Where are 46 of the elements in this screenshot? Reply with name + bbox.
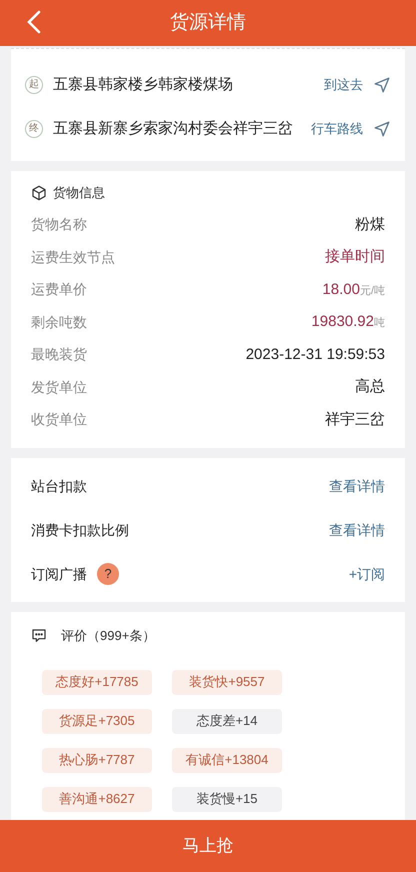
- section-title: 货物信息: [53, 184, 105, 202]
- field-value: 接单时间: [325, 247, 385, 267]
- option-label: 订阅广播: [31, 564, 87, 584]
- review-tag: 有诚信+13804: [172, 748, 282, 772]
- field-label: 收货单位: [31, 410, 87, 430]
- option-label: 站台扣款: [31, 476, 87, 496]
- route-address: 五寨县韩家楼乡韩家楼煤场: [53, 75, 234, 95]
- review-tag: 态度差+14: [172, 708, 282, 734]
- navigate-link[interactable]: 行车路线: [311, 119, 363, 139]
- help-badge[interactable]: ?: [97, 563, 119, 585]
- field-label: 运费单价: [31, 280, 87, 300]
- send-icon: [373, 76, 391, 94]
- navigate-link[interactable]: 到这去: [324, 75, 363, 95]
- back-icon: [26, 10, 42, 34]
- field-label: 货物名称: [31, 215, 87, 234]
- unit-label: 吨: [374, 316, 385, 331]
- field-value: 2023-12-31 19:59:53: [246, 344, 385, 364]
- review-tag: 装货快+9557: [172, 670, 282, 694]
- box-icon: [31, 184, 47, 201]
- comment-icon: [31, 628, 47, 644]
- route-address: 五寨县新寨乡索家沟村委会祥宇三岔: [53, 119, 294, 139]
- option-link[interactable]: +订阅: [348, 564, 385, 584]
- field-label: 运费生效节点: [31, 248, 115, 267]
- review-tag: 态度好+17785: [42, 670, 152, 694]
- field-value: 高总: [355, 377, 385, 397]
- option-link[interactable]: 查看详情: [329, 476, 385, 496]
- send-icon: [373, 120, 391, 138]
- section-title: 评价（999+条）: [61, 627, 156, 645]
- option-link[interactable]: 查看详情: [329, 520, 385, 540]
- field-value: 祥宇三岔: [325, 410, 385, 430]
- route-marker: 起: [25, 76, 43, 94]
- unit-label: 元/吨: [360, 284, 385, 298]
- review-tag: 热心肠+7787: [42, 748, 152, 772]
- field-label: 发货单位: [31, 378, 87, 397]
- page-title: 货源详情: [170, 10, 246, 35]
- field-label: 剩余吨数: [31, 312, 87, 332]
- option-label: 消费卡扣款比例: [31, 520, 129, 540]
- review-tag: 货源足+7305: [42, 708, 152, 734]
- field-value: 粉煤: [355, 214, 385, 234]
- field-value: 19830.92: [311, 312, 374, 332]
- field-value: 18.00: [322, 280, 360, 300]
- review-tag: 装货慢+15: [172, 786, 282, 812]
- route-marker: 终: [25, 120, 43, 138]
- grab-order-button[interactable]: 马上抢: [0, 820, 416, 872]
- field-label: 最晚装货: [31, 345, 87, 364]
- review-tag: 善沟通+8627: [42, 786, 152, 812]
